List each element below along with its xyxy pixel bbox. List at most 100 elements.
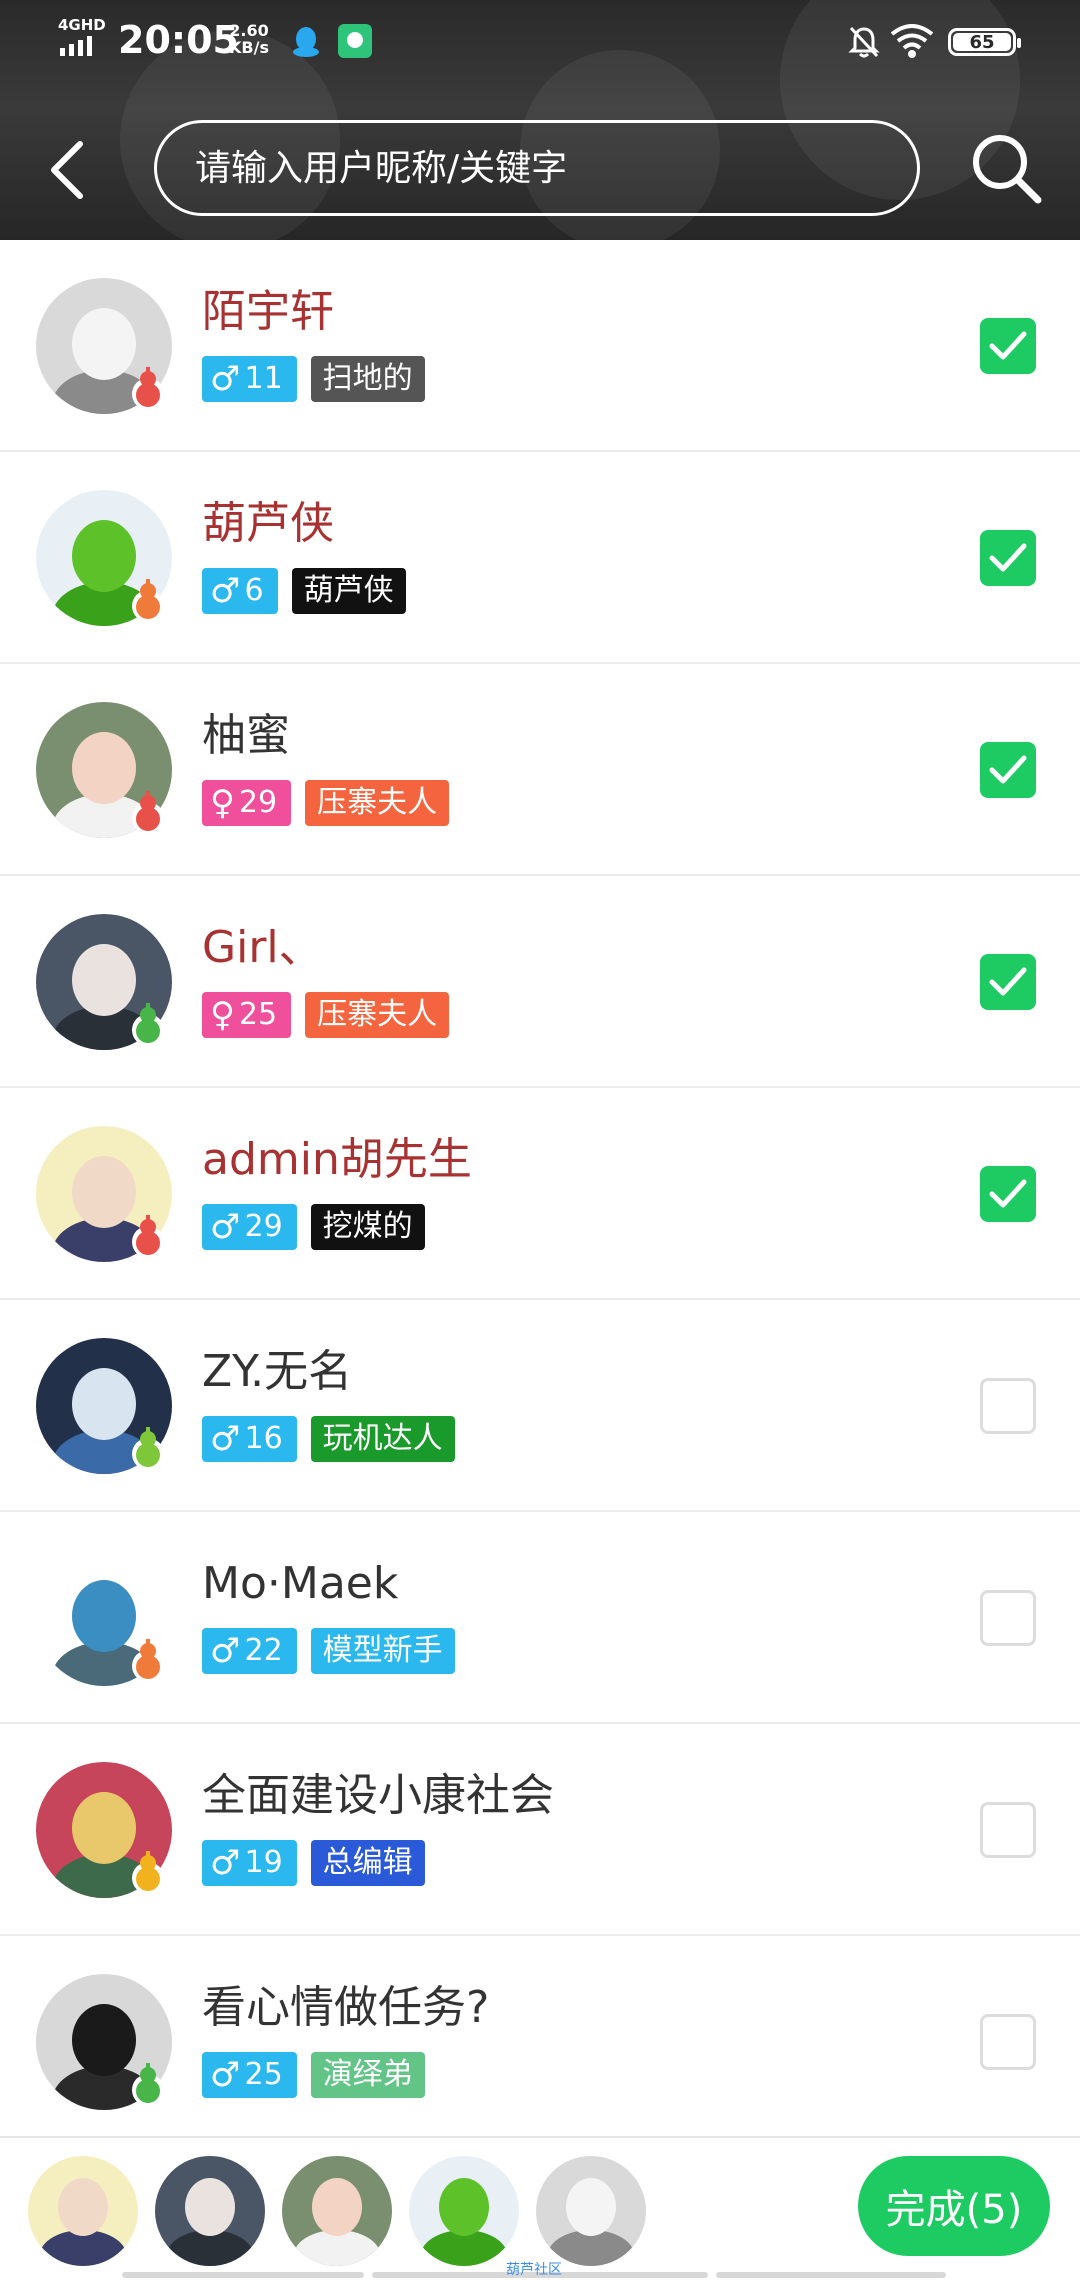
user-name: Mo·Maek — [202, 1558, 399, 1609]
select-checkbox[interactable] — [980, 318, 1036, 374]
gender-age-badge: ♂ 11 — [202, 356, 297, 402]
user-tags: ♂ 11 扫地的 — [202, 356, 425, 402]
clock: 20:05 — [118, 18, 239, 62]
user-tags: ♂ 16 玩机达人 — [202, 1416, 455, 1462]
user-tags: ♂ 22 模型新手 — [202, 1628, 455, 1674]
title-badge: 模型新手 — [310, 1628, 455, 1674]
gourd-badge-icon — [132, 791, 164, 834]
user-row[interactable]: 柚蜜 ♀ 29 压寨夫人 — [0, 664, 1080, 876]
user-row[interactable]: 葫芦侠 ♂ 6 葫芦侠 — [0, 452, 1080, 664]
select-checkbox[interactable] — [980, 530, 1036, 586]
avatar — [36, 490, 172, 626]
title-badge: 压寨夫人 — [305, 780, 450, 826]
gender-age-badge: ♂ 19 — [202, 1840, 297, 1886]
gender-icon: ♂ — [210, 1631, 241, 1671]
user-row[interactable]: 陌宇轩 ♂ 11 扫地的 — [0, 240, 1080, 452]
gender-age-badge: ♂ 22 — [202, 1628, 297, 1674]
user-tags: ♂ 6 葫芦侠 — [202, 568, 406, 614]
user-name: 全面建设小康社会 — [202, 1770, 554, 1821]
select-checkbox[interactable] — [980, 1802, 1036, 1858]
avatar — [36, 278, 172, 414]
user-name: 柚蜜 — [202, 710, 290, 761]
select-checkbox[interactable] — [980, 2014, 1036, 2070]
gender-age-badge: ♂ 16 — [202, 1416, 297, 1462]
battery-level: 65 — [969, 31, 995, 53]
status-bar: 4GHD 20:05 2.60 KB/s 65 — [0, 0, 1080, 84]
age-value: 19 — [244, 1845, 283, 1880]
gender-icon: ♂ — [210, 2055, 241, 2095]
top-header: 4GHD 20:05 2.60 KB/s 65 — [0, 0, 1080, 240]
app-icon — [338, 24, 372, 58]
signal-icon — [60, 36, 92, 56]
checkmark-icon — [989, 967, 1027, 996]
selected-avatar[interactable] — [155, 2156, 265, 2266]
wifi-icon — [890, 24, 934, 58]
user-row[interactable]: 全面建设小康社会 ♂ 19 总编辑 — [0, 1724, 1080, 1936]
user-row[interactable]: admin胡先生 ♂ 29 挖煤的 — [0, 1088, 1080, 1300]
title-badge: 葫芦侠 — [291, 568, 406, 614]
gender-icon: ♂ — [210, 359, 241, 399]
title-badge: 演绎弟 — [310, 2052, 425, 2098]
gender-age-badge: ♂ 6 — [202, 568, 278, 614]
user-tags: ♂ 29 挖煤的 — [202, 1204, 425, 1250]
network-type: 4GHD — [58, 16, 106, 34]
gourd-badge-icon — [132, 1851, 164, 1894]
user-tags: ♂ 19 总编辑 — [202, 1840, 425, 1886]
gender-icon: ♂ — [210, 1843, 241, 1883]
age-value: 29 — [238, 785, 278, 820]
avatar — [36, 1126, 172, 1262]
checkmark-icon — [989, 543, 1027, 572]
selected-avatar[interactable] — [409, 2156, 519, 2266]
user-name: Girl、 — [202, 922, 323, 973]
gender-icon: ♂ — [210, 1419, 241, 1459]
avatar — [36, 702, 172, 838]
checkmark-icon — [989, 331, 1027, 360]
battery-icon: 65 — [948, 28, 1021, 56]
title-badge: 挖煤的 — [310, 1204, 425, 1250]
select-checkbox[interactable] — [980, 954, 1036, 1010]
user-row[interactable]: ZY.无名 ♂ 16 玩机达人 — [0, 1300, 1080, 1512]
age-value: 16 — [244, 1421, 283, 1456]
selected-avatar[interactable] — [536, 2156, 646, 2266]
net-speed-value: 2.60 — [229, 21, 269, 40]
gourd-badge-icon — [132, 1003, 164, 1046]
selection-bar: 完成(5) 葫芦社区 — [0, 2136, 1080, 2280]
age-value: 29 — [244, 1209, 283, 1244]
search-box[interactable] — [154, 120, 920, 216]
done-button[interactable]: 完成(5) — [858, 2156, 1050, 2256]
select-checkbox[interactable] — [980, 1590, 1036, 1646]
avatar — [36, 1762, 172, 1898]
chevron-left-icon[interactable] — [40, 130, 100, 210]
gender-icon: ♀ — [210, 995, 235, 1035]
avatar — [36, 1338, 172, 1474]
select-checkbox[interactable] — [980, 1166, 1036, 1222]
bell-muted-icon — [848, 26, 880, 58]
title-badge: 玩机达人 — [310, 1416, 455, 1462]
gender-age-badge: ♂ 29 — [202, 1204, 297, 1250]
search-icon[interactable] — [966, 128, 1046, 208]
qq-icon — [293, 27, 319, 57]
gourd-badge-icon — [132, 367, 164, 410]
select-checkbox[interactable] — [980, 742, 1036, 798]
user-tags: ♂ 25 演绎弟 — [202, 2052, 425, 2098]
net-speed-unit: KB/s — [229, 38, 269, 57]
title-badge: 压寨夫人 — [305, 992, 450, 1038]
user-row[interactable]: Girl、 ♀ 25 压寨夫人 — [0, 876, 1080, 1088]
selected-avatar[interactable] — [28, 2156, 138, 2266]
avatar — [36, 914, 172, 1050]
user-row[interactable]: Mo·Maek ♂ 22 模型新手 — [0, 1512, 1080, 1724]
gender-icon: ♂ — [210, 571, 241, 611]
checkmark-icon — [989, 755, 1027, 784]
gender-age-badge: ♀ 29 — [202, 780, 292, 826]
gourd-badge-icon — [132, 1427, 164, 1470]
user-row[interactable]: 看心情做任务? ♂ 25 演绎弟 — [0, 1936, 1080, 2148]
selected-avatar[interactable] — [282, 2156, 392, 2266]
age-value: 25 — [238, 997, 278, 1032]
gender-icon: ♂ — [210, 1207, 241, 1247]
nav-label: 葫芦社区 — [506, 2262, 562, 2278]
age-value: 11 — [244, 361, 283, 396]
gourd-badge-icon — [132, 1639, 164, 1682]
search-input[interactable] — [195, 147, 917, 189]
select-checkbox[interactable] — [980, 1378, 1036, 1434]
age-value: 25 — [244, 2057, 283, 2092]
